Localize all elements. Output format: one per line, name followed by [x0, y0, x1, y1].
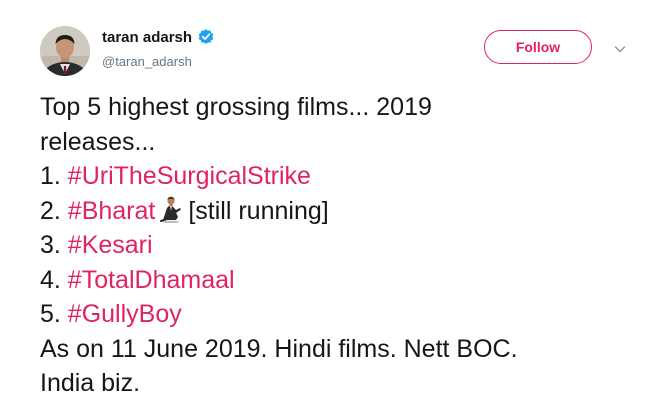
list-item: 4. #TotalDhamaal [40, 263, 640, 298]
chevron-down-icon[interactable] [613, 42, 627, 56]
list-item: 2. #Bharat [still running] [40, 194, 640, 229]
hashtag-link[interactable]: #UriTheSurgicalStrike [68, 162, 311, 190]
list-number: 5. [40, 300, 68, 328]
tweet-intro-line: releases... [40, 127, 156, 156]
tweet-card: taran adarsh @taran_adarsh Follow Top 5 … [0, 0, 659, 400]
tweet-footer-line: India biz. [40, 369, 141, 397]
list-number: 2. [40, 196, 68, 225]
display-name[interactable]: taran adarsh [102, 29, 192, 46]
author-handle[interactable]: @taran_adarsh [102, 54, 192, 69]
list-item: 3. #Kesari [40, 228, 640, 263]
tweet-intro-line: Top 5 highest grossing films... 2019 [40, 93, 432, 121]
avatar[interactable] [40, 26, 90, 76]
list-item: 1. #UriTheSurgicalStrike [40, 159, 640, 194]
tweet-footer-line: As on 11 June 2019. Hindi films. Nett BO… [40, 334, 518, 363]
list-number: 3. [40, 231, 68, 259]
hashtag-link[interactable]: #Bharat [68, 197, 156, 225]
hashtag-link[interactable]: #Kesari [68, 231, 153, 259]
tweet-text: Top 5 highest grossing films... 2019 rel… [40, 90, 640, 401]
follow-button[interactable]: Follow [484, 30, 592, 64]
hashtag-link[interactable]: #GullyBoy [68, 300, 182, 328]
author-name-row: taran adarsh [102, 28, 215, 46]
man-in-business-suit-levitating-icon [158, 195, 184, 223]
item-suffix: [still running] [188, 196, 329, 225]
hashtag-link[interactable]: #TotalDhamaal [68, 266, 235, 294]
list-number: 1. [40, 162, 68, 190]
list-item: 5. #GullyBoy [40, 297, 640, 332]
verified-badge-icon [197, 28, 215, 46]
list-number: 4. [40, 265, 68, 294]
